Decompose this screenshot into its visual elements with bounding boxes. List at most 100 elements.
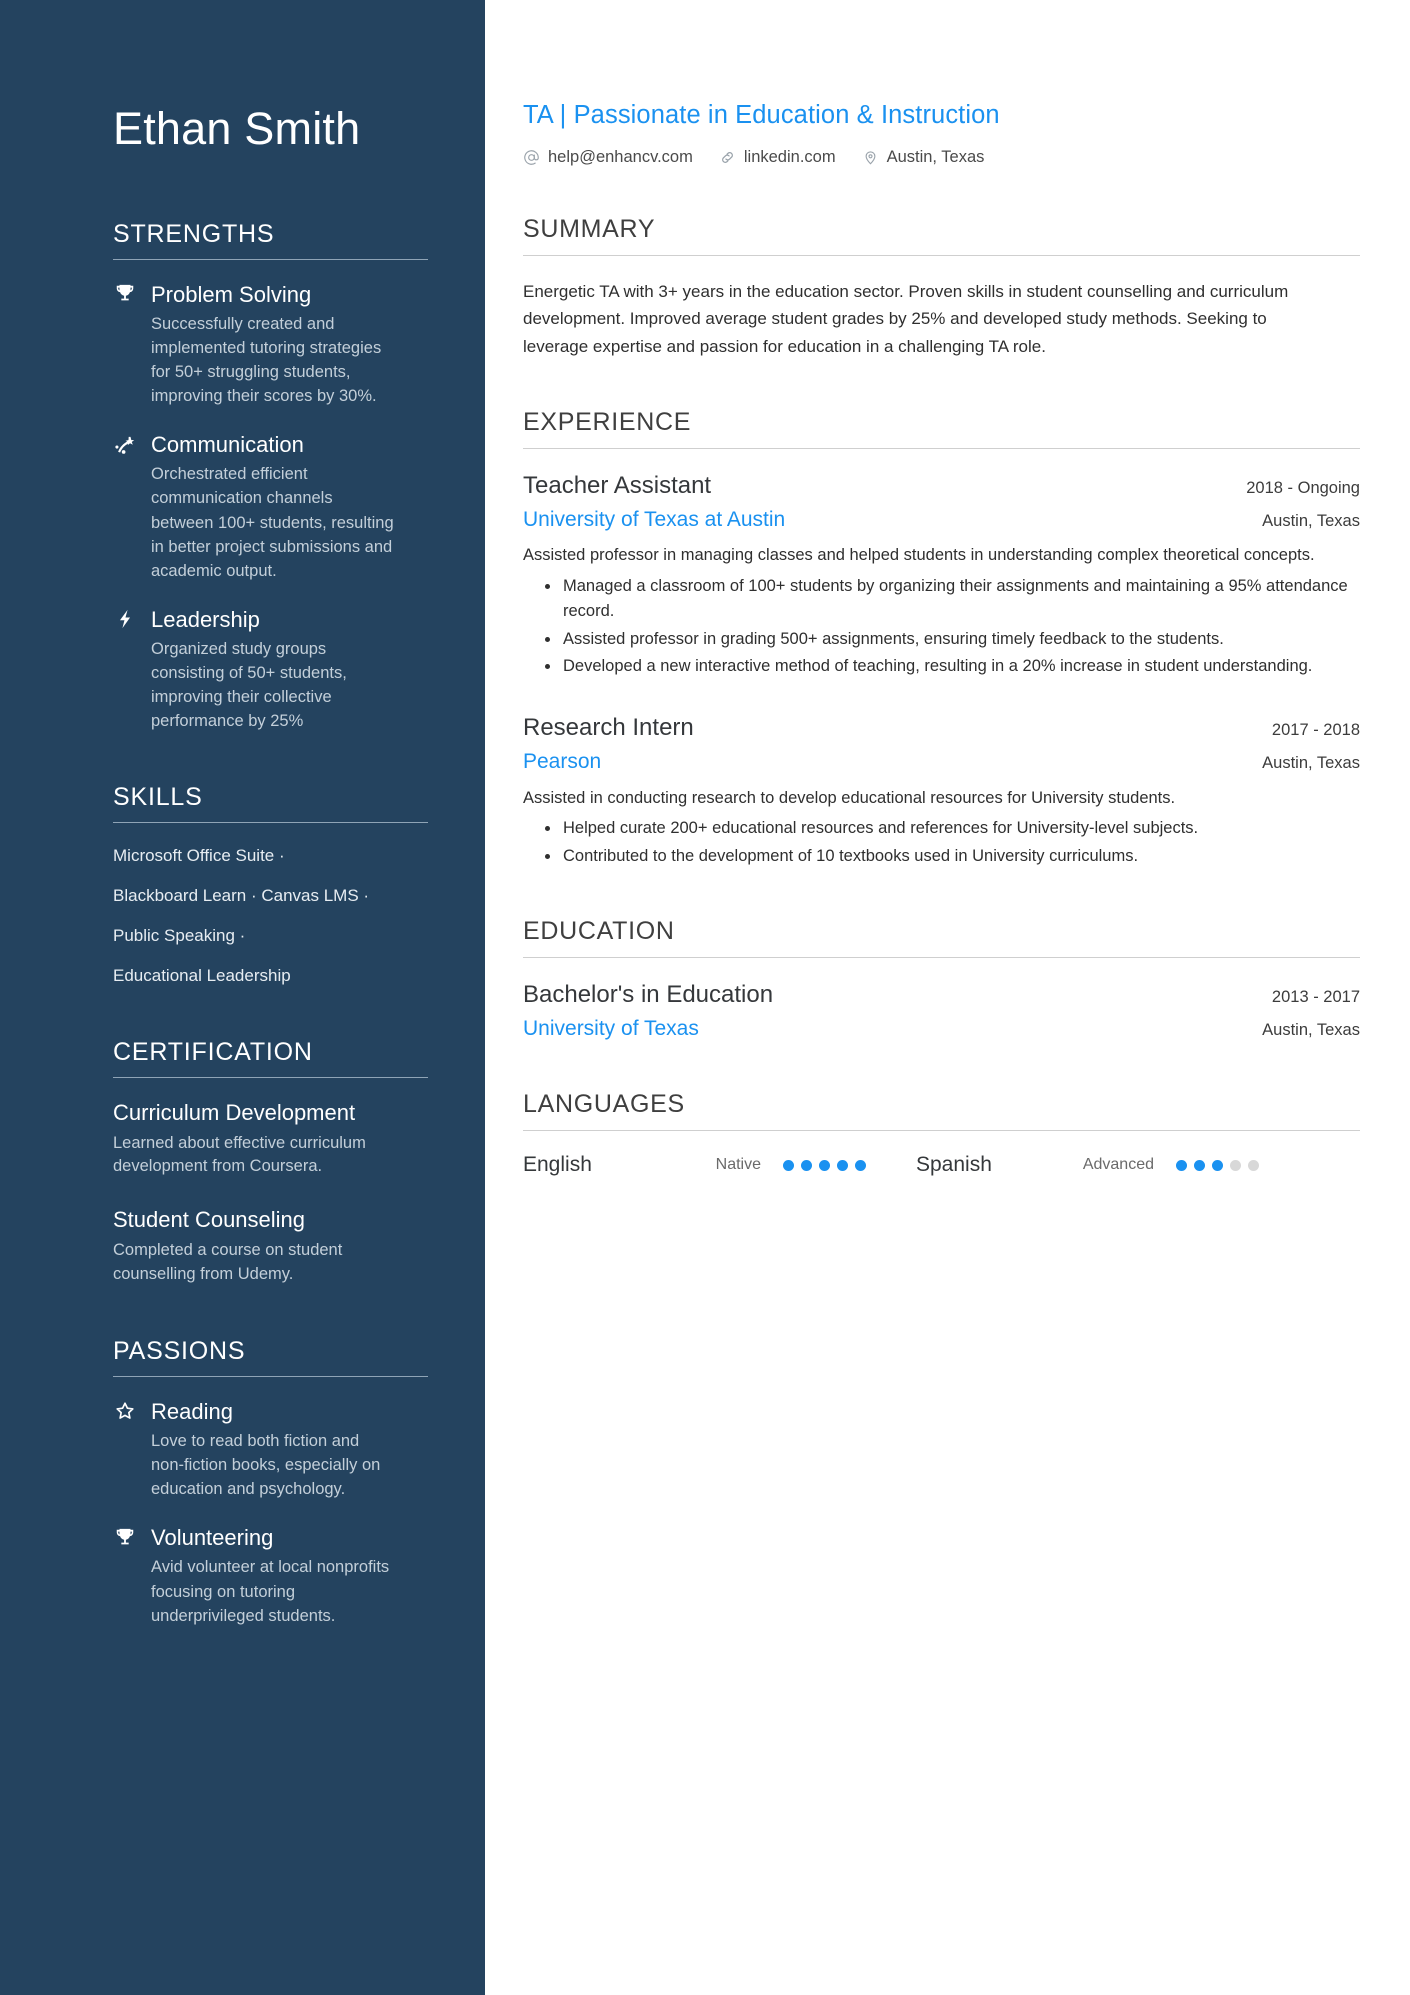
section-experience: EXPERIENCE Teacher Assistant 2018 - Ongo… <box>523 408 1360 869</box>
experience-location: Austin, Texas <box>1262 754 1360 773</box>
languages-row: English Native Spanish Advanced <box>523 1153 1360 1177</box>
bullet-item: Helped curate 200+ educational resources… <box>545 816 1360 841</box>
strength-item: Leadership Organized study groups consis… <box>113 607 425 734</box>
resume-page: Ethan Smith STRENGTHS Problem Solving Su… <box>0 0 1410 1995</box>
certification-item: Student Counseling Completed a course on… <box>113 1207 425 1286</box>
skill-line: Blackboard Learn · Canvas LMS · <box>113 886 370 906</box>
contact-row: help@enhancv.com linkedin.com Austin, Te… <box>523 148 1360 167</box>
language-name: Spanish <box>916 1153 992 1177</box>
experience-location: Austin, Texas <box>1262 512 1360 531</box>
at-sign-icon <box>523 149 540 166</box>
passion-description: Love to read both fiction and non-fictio… <box>151 1431 381 1499</box>
language-rating-dots <box>783 1159 866 1171</box>
experience-title: Research Intern <box>523 714 694 742</box>
contact-location: Austin, Texas <box>862 147 985 167</box>
trophy-icon <box>113 1526 137 1550</box>
sidebar-section-certification: CERTIFICATION Curriculum Development Lea… <box>113 1038 428 1286</box>
bullet-item: Developed a new interactive method of te… <box>545 654 1360 679</box>
language-item: English Native <box>523 1153 866 1177</box>
certification-description: Completed a course on student counsellin… <box>113 1240 343 1283</box>
experience-date: 2018 - Ongoing <box>1246 479 1360 498</box>
strength-title: Communication <box>151 432 304 458</box>
candidate-name: Ethan Smith <box>113 103 361 154</box>
education-title: Bachelor's in Education <box>523 980 774 1008</box>
sidebar-section-strengths: STRENGTHS Problem Solving Successfully c… <box>113 220 428 734</box>
experience-bullets: Helped curate 200+ educational resources… <box>523 816 1360 869</box>
lightning-bolt-icon <box>113 607 137 631</box>
education-entry: Bachelor's in Education 2013 - 2017 Univ… <box>523 980 1360 1042</box>
strength-description: Successfully created and implemented tut… <box>151 314 382 406</box>
bullet-item: Managed a classroom of 100+ students by … <box>545 574 1360 624</box>
passion-item: Reading Love to read both fiction and no… <box>113 1399 425 1502</box>
strength-title: Leadership <box>151 606 260 632</box>
passions-heading: PASSIONS <box>113 1336 246 1365</box>
summary-heading: SUMMARY <box>523 214 656 243</box>
language-name: English <box>523 1153 592 1177</box>
summary-text: Energetic TA with 3+ years in the educat… <box>523 281 1289 356</box>
section-divider <box>523 254 1360 256</box>
contact-website[interactable]: linkedin.com <box>719 148 836 167</box>
contact-location-text: Austin, Texas <box>886 147 985 166</box>
sidebar-section-skills: SKILLS Microsoft Office Suite · Blackboa… <box>113 783 428 988</box>
skill-line: Public Speaking · <box>113 926 246 946</box>
growth-arrow-icon <box>113 433 137 457</box>
contact-email-text: help@enhancv.com <box>548 147 693 166</box>
rating-dot <box>819 1159 830 1171</box>
passion-item: Volunteering Avid volunteer at local non… <box>113 1525 425 1628</box>
experience-description: Assisted in conducting research to devel… <box>523 788 1176 807</box>
section-divider <box>113 822 428 824</box>
section-languages: LANGUAGES English Native Spanish Advance… <box>523 1090 1360 1177</box>
certification-heading: CERTIFICATION <box>113 1038 313 1067</box>
rating-dot <box>837 1159 848 1171</box>
strength-title: Problem Solving <box>151 281 312 307</box>
contact-email[interactable]: help@enhancv.com <box>523 148 693 167</box>
strength-description: Organized study groups consisting of 50+… <box>151 640 347 731</box>
language-item: Spanish Advanced <box>916 1153 1259 1177</box>
professional-title: TA | Passionate in Education & Instructi… <box>523 101 1000 129</box>
section-divider <box>113 1077 428 1079</box>
language-level: Advanced <box>1082 1156 1154 1174</box>
strength-description: Orchestrated efficient communication cha… <box>151 465 394 580</box>
languages-heading: LANGUAGES <box>523 1090 685 1119</box>
certification-title: Curriculum Development <box>113 1100 356 1126</box>
rating-dot <box>1230 1159 1241 1171</box>
rating-dot <box>1248 1159 1259 1171</box>
strength-item: Problem Solving Successfully created and… <box>113 282 425 409</box>
education-organization[interactable]: University of Texas <box>523 1015 699 1042</box>
certification-item: Curriculum Development Learned about eff… <box>113 1100 425 1179</box>
experience-organization[interactable]: University of Texas at Austin <box>523 506 785 533</box>
passion-description: Avid volunteer at local nonprofits focus… <box>151 1558 390 1625</box>
experience-bullets: Managed a classroom of 100+ students by … <box>523 574 1360 679</box>
experience-entry: Teacher Assistant 2018 - Ongoing Univers… <box>523 471 1360 679</box>
bullet-item: Contributed to the development of 10 tex… <box>545 844 1360 869</box>
link-icon <box>719 149 736 166</box>
education-location: Austin, Texas <box>1262 1020 1360 1039</box>
experience-date: 2017 - 2018 <box>1271 721 1360 740</box>
section-divider <box>523 1130 1360 1132</box>
experience-entry: Research Intern 2017 - 2018 Pearson Aust… <box>523 713 1360 869</box>
experience-organization[interactable]: Pearson <box>523 748 601 775</box>
education-heading: EDUCATION <box>523 916 675 945</box>
bullet-item: Assisted professor in grading 500+ assig… <box>545 627 1360 652</box>
section-summary: SUMMARY Energetic TA with 3+ years in th… <box>523 215 1360 361</box>
contact-website-text: linkedin.com <box>743 147 836 166</box>
certification-description: Learned about effective curriculum devel… <box>113 1133 366 1176</box>
sidebar-section-passions: PASSIONS Reading Love to read both ficti… <box>113 1336 428 1628</box>
experience-heading: EXPERIENCE <box>523 408 692 437</box>
certification-title: Student Counseling <box>113 1207 306 1233</box>
rating-dot <box>783 1159 794 1171</box>
sidebar: Ethan Smith STRENGTHS Problem Solving Su… <box>0 0 485 1995</box>
experience-description: Assisted professor in managing classes a… <box>523 546 1315 565</box>
rating-dot <box>1212 1159 1223 1171</box>
main-content: TA | Passionate in Education & Instructi… <box>485 0 1410 1995</box>
section-education: EDUCATION Bachelor's in Education 2013 -… <box>523 917 1360 1042</box>
experience-title: Teacher Assistant <box>523 472 712 500</box>
language-rating-dots <box>1176 1159 1259 1171</box>
section-divider <box>113 1375 428 1377</box>
skills-heading: SKILLS <box>113 783 203 812</box>
trophy-icon <box>113 282 137 306</box>
map-pin-icon <box>862 149 879 166</box>
star-outline-icon <box>113 1399 137 1423</box>
strength-item: Communication Orchestrated efficient com… <box>113 432 425 583</box>
section-divider <box>113 258 428 260</box>
